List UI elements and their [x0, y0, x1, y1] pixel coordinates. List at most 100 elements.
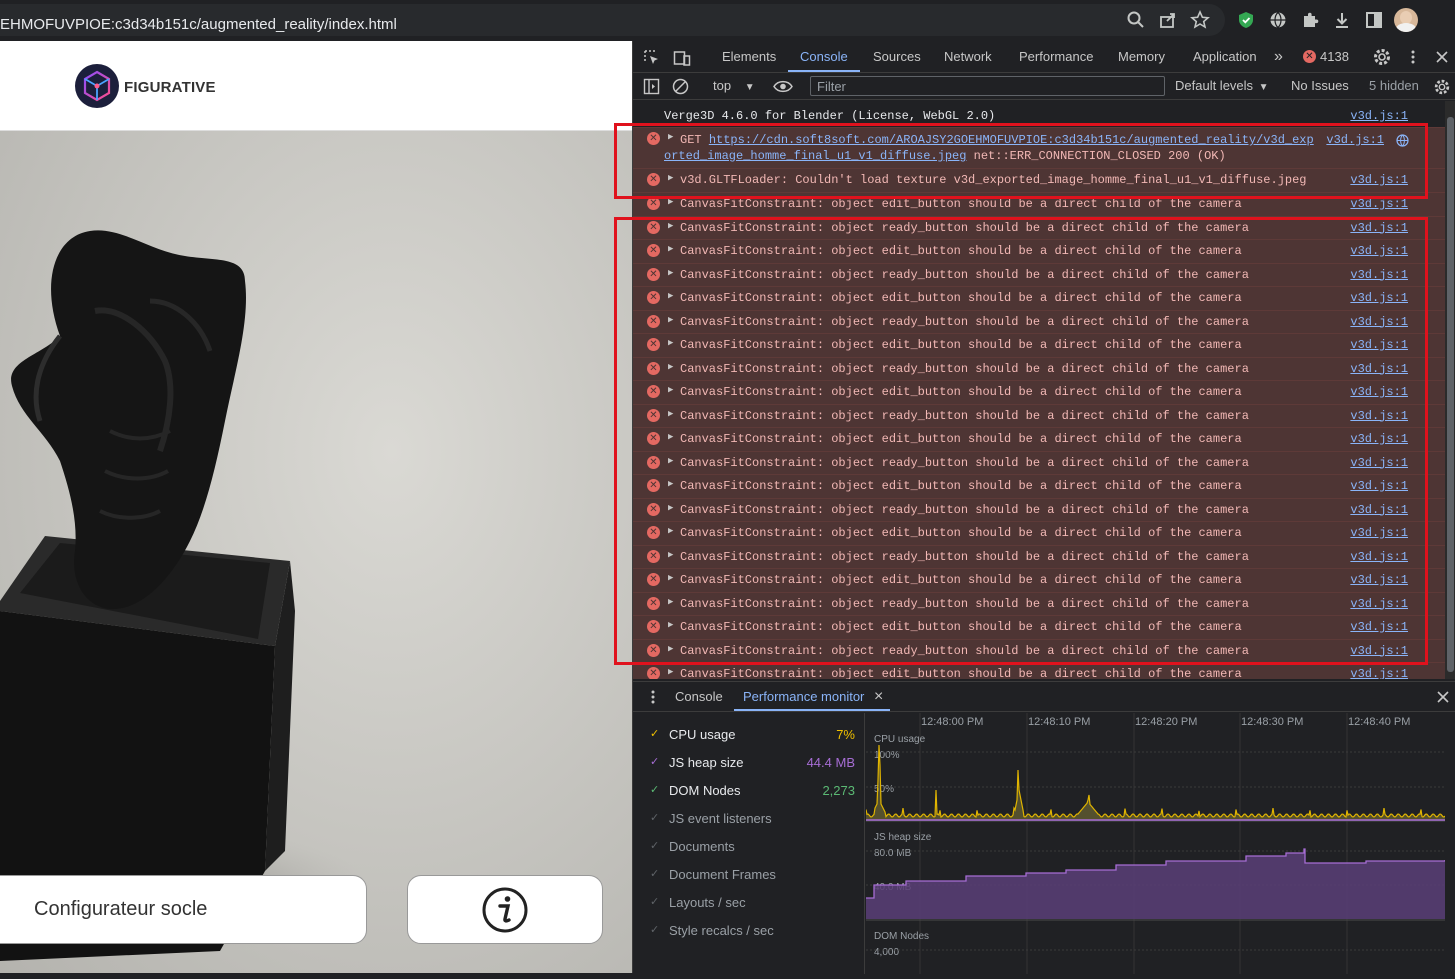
console-scroll-thumb[interactable] [1447, 117, 1454, 672]
share-icon[interactable] [1156, 8, 1180, 32]
drawer-tab-bar: Console Performance monitor × [633, 682, 1455, 712]
metric-row[interactable]: ✓ JS event listeners [633, 804, 865, 832]
download-icon[interactable] [1330, 8, 1354, 32]
kebab-menu-icon[interactable] [1405, 49, 1421, 65]
heap-tick: 80.0 MB [874, 848, 912, 859]
configurateur-socle-label: Configurateur socle [34, 898, 208, 920]
log-levels-label: Default levels [1175, 78, 1254, 93]
filter-input[interactable] [810, 76, 1165, 96]
tab-network[interactable]: Network [944, 41, 992, 73]
metric-label: Documents [669, 839, 735, 854]
close-tab-icon[interactable]: × [874, 682, 883, 712]
error-text: CanvasFitConstraint: object edit_button … [680, 197, 1242, 211]
hidden-count: 5 hidden [1369, 78, 1419, 93]
expand-triangle-icon[interactable]: ▶ [668, 667, 673, 677]
metric-row[interactable]: ✓ JS heap size 44.4 MB [633, 748, 865, 776]
sidebar-toggle-icon[interactable] [643, 78, 660, 95]
browser-toolbar: EHMOFUVPIOE:c3d34b151c/augmented_reality… [0, 0, 1455, 41]
context-value: top [713, 78, 732, 93]
metric-label: Style recalcs / sec [669, 923, 774, 938]
close-devtools-icon[interactable] [1434, 49, 1450, 65]
metric-value: 2,273 [822, 783, 855, 798]
clear-console-icon[interactable] [672, 78, 689, 95]
error-icon: ✕ [647, 667, 660, 679]
checkmark-icon[interactable]: ✓ [650, 727, 659, 740]
metric-row[interactable]: ✓ DOM Nodes 2,273 [633, 776, 865, 804]
tab-memory[interactable]: Memory [1118, 41, 1165, 73]
metric-row[interactable]: ✓ Layouts / sec [633, 888, 865, 916]
address-bar[interactable]: EHMOFUVPIOE:c3d34b151c/augmented_reality… [0, 4, 1225, 36]
context-select[interactable]: top ▼ [713, 78, 755, 93]
sidepanel-icon[interactable] [1362, 8, 1386, 32]
live-expression-eye-icon[interactable] [773, 79, 793, 94]
heap-graph-title: JS heap size [874, 832, 932, 843]
tab-elements[interactable]: Elements [722, 41, 776, 73]
checkmark-icon[interactable]: ✓ [650, 867, 659, 880]
time-label: 12:48:30 PM [1241, 716, 1303, 728]
source-link[interactable]: v3d.js:1 [1350, 109, 1408, 123]
info-button[interactable] [407, 875, 603, 944]
3d-viewport[interactable] [0, 131, 632, 973]
dom-tick: 4,000 [874, 947, 899, 958]
metric-label: DOM Nodes [669, 783, 741, 798]
annotation-box-texture-errors [614, 123, 1428, 199]
metric-label: JS event listeners [669, 811, 772, 826]
checkmark-icon[interactable]: ✓ [650, 923, 659, 936]
checkmark-icon[interactable]: ✓ [650, 811, 659, 824]
chevron-down-icon: ▼ [1258, 82, 1269, 93]
globe-extension-icon[interactable] [1266, 8, 1290, 32]
figurative-logo[interactable] [74, 63, 120, 109]
metric-row[interactable]: ✓ Style recalcs / sec [633, 916, 865, 944]
drawer-tab-performance-monitor[interactable]: Performance monitor [743, 682, 864, 712]
annotation-box-canvasfit-errors [614, 217, 1428, 665]
devtools-drawer: Console Performance monitor × ✓ CPU usage… [633, 681, 1455, 974]
inspect-element-icon[interactable] [643, 49, 661, 67]
drawer-menu-icon[interactable] [645, 689, 661, 705]
bookmark-star-icon[interactable] [1188, 8, 1212, 32]
console-toolbar: top ▼ Default levels ▼ No Issues 5 hidde… [633, 73, 1455, 100]
url-text[interactable]: EHMOFUVPIOE:c3d34b151c/augmented_reality… [0, 16, 397, 33]
issues-button[interactable]: No Issues [1291, 78, 1349, 93]
error-counter[interactable]: ✕ 4138 [1303, 49, 1349, 64]
metric-label: Document Frames [669, 867, 776, 882]
metric-row[interactable]: ✓ Document Frames [633, 860, 865, 888]
performance-metrics-list: ✓ CPU usage 7% ✓ JS heap size 44.4 MB ✓ DOM Nod… [633, 713, 865, 974]
time-label: 12:48:40 PM [1348, 716, 1410, 728]
zoom-icon[interactable] [1124, 8, 1148, 32]
drawer-tab-console[interactable]: Console [675, 682, 723, 712]
checkmark-icon[interactable]: ✓ [650, 839, 659, 852]
devtools-panel: Elements Console Sources Network Perform… [614, 41, 1455, 974]
cpu-usage-line [865, 744, 1446, 819]
profile-avatar[interactable] [1394, 8, 1418, 32]
close-drawer-icon[interactable] [1436, 690, 1450, 704]
configurateur-socle-button[interactable]: Configurateur socle [0, 875, 367, 944]
tab-sources[interactable]: Sources [873, 41, 921, 73]
checkmark-icon[interactable]: ✓ [650, 755, 659, 768]
puzzle-extensions-icon[interactable] [1298, 8, 1322, 32]
metric-row[interactable]: ✓ Documents [633, 832, 865, 860]
tab-console[interactable]: Console [800, 41, 848, 73]
device-toolbar-icon[interactable] [673, 49, 691, 67]
metric-label: CPU usage [669, 727, 736, 742]
source-link[interactable]: v3d.js:1 [1350, 197, 1408, 211]
settings-gear-icon[interactable] [1372, 47, 1392, 67]
shield-extension-icon[interactable] [1234, 8, 1258, 32]
devtools-tab-bar: Elements Console Sources Network Perform… [633, 41, 1455, 73]
sculpture-render [0, 230, 370, 961]
checkmark-icon[interactable]: ✓ [650, 783, 659, 796]
tab-performance[interactable]: Performance [1019, 41, 1093, 73]
checkmark-icon[interactable]: ✓ [650, 895, 659, 908]
metric-row[interactable]: ✓ CPU usage 7% [633, 720, 865, 748]
active-drawer-tab-indicator [734, 709, 890, 711]
chevron-down-icon: ▼ [744, 82, 755, 93]
tab-application[interactable]: Application [1193, 41, 1257, 73]
error-text: CanvasFitConstraint: object edit_button … [680, 667, 1242, 679]
source-link[interactable]: v3d.js:1 [1350, 667, 1408, 679]
error-icon: ✕ [1303, 50, 1316, 63]
log-levels-dropdown[interactable]: Default levels ▼ [1175, 78, 1269, 93]
metric-label: Layouts / sec [669, 895, 746, 910]
time-label: 12:48:00 PM [921, 716, 983, 728]
cpu-usage-area [866, 745, 1445, 820]
console-settings-gear-icon[interactable] [1433, 78, 1451, 96]
more-tabs-icon[interactable]: » [1274, 41, 1283, 73]
